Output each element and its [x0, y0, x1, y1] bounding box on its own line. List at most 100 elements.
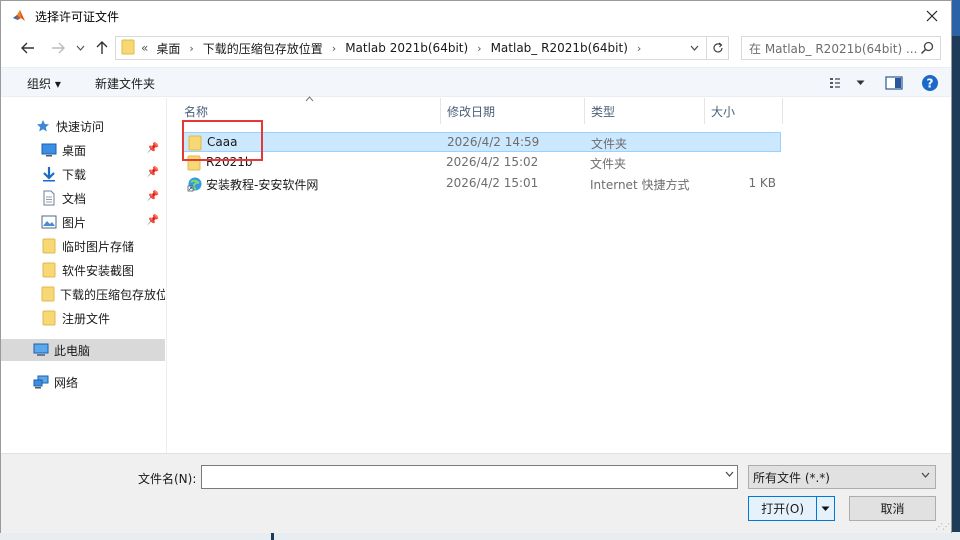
file-row-caaa[interactable]: Caaa 2026/4/2 14:59 文件夹 [182, 132, 781, 152]
file-type: 文件夹 [591, 137, 628, 151]
breadcrumb-matlab-2021b[interactable]: Matlab 2021b(64bit) [345, 41, 468, 55]
nav-item-downloads[interactable]: 下载 📌 [1, 163, 165, 185]
nav-item-install-screenshots[interactable]: 软件安装截图 [1, 259, 165, 281]
chevron-down-icon [921, 470, 930, 481]
folder-icon [41, 310, 57, 326]
file-row-install-guide[interactable]: 安装教程-安安软件网 2026/4/2 15:01 Internet 快捷方式 … [182, 174, 781, 194]
search-input[interactable]: 在 Matlab_ R2021b(64bit) ... [741, 36, 941, 60]
open-options-dropdown[interactable] [816, 497, 834, 520]
preview-pane-icon[interactable] [885, 74, 903, 92]
arrow-up-icon [96, 41, 108, 54]
address-history-dropdown[interactable] [685, 37, 703, 59]
file-open-dialog: 选择许可证文件 « 桌面 › 下载的压缩包存放位置 › Matlab 2021b [0, 0, 952, 533]
breadcrumb-downloads[interactable]: 下载的压缩包存放位置 [203, 40, 323, 57]
column-header-type[interactable]: 类型 [585, 98, 705, 124]
close-button[interactable] [917, 1, 947, 31]
download-icon [41, 166, 57, 182]
help-icon[interactable]: ? [921, 74, 939, 92]
new-folder-button[interactable]: 新建文件夹 [95, 75, 155, 92]
nav-label: 下载的压缩包存放位置 [60, 287, 165, 302]
breadcrumb-matlab-r2021b[interactable]: Matlab_ R2021b(64bit) [491, 41, 628, 55]
desktop-icon [41, 142, 57, 158]
nav-item-temp-images[interactable]: 临时图片存储 [1, 235, 165, 257]
picture-icon [41, 214, 57, 230]
breadcrumb-desktop[interactable]: 桌面 [156, 40, 180, 57]
file-name: 安装教程-安安软件网 [206, 178, 319, 192]
recent-locations-button[interactable] [69, 37, 91, 59]
file-list: 名称 修改日期 类型 大小 Caaa 2026/4/2 14:59 文件夹 R2… [168, 96, 951, 453]
document-icon [41, 190, 57, 206]
nav-label: 文档 [62, 191, 87, 206]
column-header-date[interactable]: 修改日期 [441, 98, 585, 124]
nav-label: 临时图片存储 [62, 239, 135, 254]
pin-icon[interactable]: 📌 [147, 191, 159, 202]
svg-text:?: ? [927, 77, 934, 91]
chevron-down-icon [821, 506, 830, 511]
command-toolbar: 组织 ▾ 新建文件夹 ? [1, 67, 951, 97]
cancel-button[interactable]: 取消 [849, 496, 936, 521]
address-bar[interactable]: « 桌面 › 下载的压缩包存放位置 › Matlab 2021b(64bit) … [115, 36, 729, 60]
nav-item-pictures[interactable]: 图片 📌 [1, 211, 165, 233]
window-title: 选择许可证文件 [35, 9, 120, 24]
forward-button[interactable] [47, 37, 69, 59]
file-row-r2021b[interactable]: R2021b 2026/4/2 15:02 文件夹 [182, 153, 781, 173]
breadcrumb-separator[interactable]: › [477, 42, 481, 55]
nav-label: 快速访问 [56, 119, 105, 134]
column-header-size[interactable]: 大小 [705, 98, 783, 124]
file-size: 1 KB [748, 176, 776, 190]
background-app-bottom [0, 532, 960, 540]
bottom-panel: 文件名(N): 所有文件 (*.*) 打开(O) 取消 ⋰⋰ [1, 453, 951, 533]
file-type: 文件夹 [590, 157, 627, 171]
filename-history-dropdown[interactable] [725, 469, 734, 480]
view-options-icon[interactable] [829, 74, 847, 92]
folder-icon [121, 39, 135, 58]
file-type-filter-value: 所有文件 (*.*) [753, 470, 830, 485]
folder-icon [41, 286, 55, 302]
chevron-down-icon [856, 80, 864, 85]
nav-quick-access[interactable]: 快速访问 [1, 115, 165, 137]
refresh-button[interactable] [706, 37, 728, 59]
open-button[interactable]: 打开(O) [748, 496, 835, 521]
search-icon[interactable] [920, 41, 934, 58]
file-date: 2026/4/2 15:01 [446, 176, 539, 190]
pin-icon[interactable]: 📌 [147, 215, 159, 226]
view-dropdown-button[interactable] [851, 74, 869, 92]
up-button[interactable] [91, 37, 113, 59]
pin-icon[interactable]: 📌 [147, 143, 159, 154]
nav-label: 此电脑 [54, 343, 91, 358]
resize-grip-icon[interactable]: ⋰⋰ [935, 522, 950, 531]
nav-label: 图片 [62, 215, 87, 230]
computer-icon [33, 342, 49, 358]
filename-input[interactable] [206, 467, 716, 487]
star-icon [35, 118, 51, 134]
breadcrumb-overflow[interactable]: « [141, 41, 148, 55]
breadcrumb-separator[interactable]: › [637, 42, 641, 55]
organize-button[interactable]: 组织 ▾ [27, 75, 61, 92]
folder-icon [41, 238, 57, 254]
refresh-icon [712, 42, 723, 53]
filename-field[interactable] [201, 465, 738, 489]
nav-item-registration-files[interactable]: 注册文件 [1, 307, 165, 329]
search-placeholder: 在 Matlab_ R2021b(64bit) ... [749, 41, 918, 56]
nav-item-documents[interactable]: 文档 📌 [1, 187, 165, 209]
back-button[interactable] [17, 37, 39, 59]
breadcrumb-separator[interactable]: › [189, 42, 193, 55]
nav-label: 下载 [62, 167, 87, 182]
close-icon [926, 10, 938, 22]
file-date: 2026/4/2 14:59 [447, 135, 540, 149]
folder-icon [41, 262, 57, 278]
nav-label: 网络 [54, 375, 79, 390]
file-type-filter-select[interactable]: 所有文件 (*.*) [748, 465, 936, 489]
breadcrumb-separator[interactable]: › [332, 42, 336, 55]
nav-item-download-archives[interactable]: 下载的压缩包存放位置 [1, 283, 165, 305]
nav-item-desktop[interactable]: 桌面 📌 [1, 139, 165, 161]
pin-icon[interactable]: 📌 [147, 167, 159, 178]
nav-network[interactable]: 网络 [1, 371, 165, 393]
nav-this-pc[interactable]: 此电脑 [1, 339, 165, 361]
network-icon [33, 374, 49, 390]
file-date: 2026/4/2 15:02 [446, 155, 539, 169]
open-button-label: 打开(O) [761, 502, 804, 516]
background-app-edge [952, 0, 960, 540]
nav-label: 桌面 [62, 143, 87, 158]
nav-label: 软件安装截图 [62, 263, 135, 278]
